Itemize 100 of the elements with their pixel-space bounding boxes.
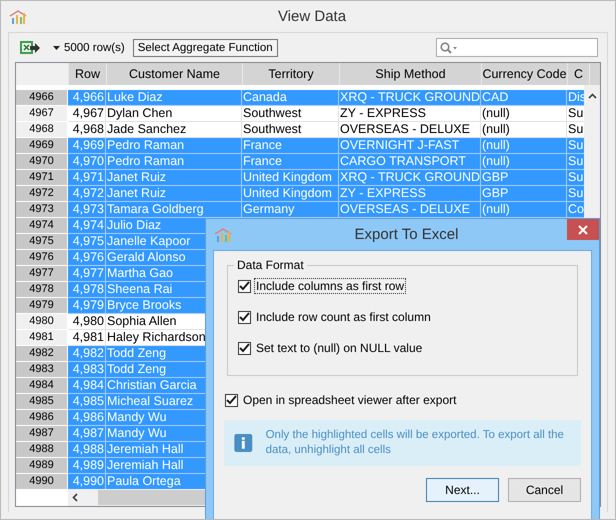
row-number[interactable]: 4978 [16, 282, 68, 298]
table-cell: (null) [481, 154, 567, 170]
next-button[interactable]: Next... [426, 478, 499, 502]
table-cell: 4,967 [68, 106, 106, 122]
info-message: Only the highlighted cells will be exported. To export all the data, unhighlight all cells [266, 428, 565, 458]
table-cell: (null) [481, 106, 567, 122]
table-cell: 4,976 [68, 250, 106, 266]
option-label[interactable]: Include columns as first row [254, 278, 406, 294]
app-icon [214, 226, 232, 242]
table-cell: Southwest [242, 106, 339, 122]
table-cell: OVERSEAS - DELUXE [339, 202, 481, 218]
table-cell: United Kingdom [242, 170, 339, 186]
table-cell: 4,977 [68, 266, 106, 282]
table-cell: 4,989 [68, 458, 106, 474]
scroll-thumb[interactable] [98, 490, 208, 505]
row-number[interactable]: 4975 [16, 234, 68, 250]
caret-icon[interactable] [53, 46, 60, 50]
table-cell: France [242, 138, 339, 154]
table-cell: 4,980 [68, 314, 106, 330]
dialog-title: Export To Excel [354, 226, 458, 243]
option-label[interactable]: Include row count as first column [254, 309, 433, 325]
table-cell: 4,986 [68, 410, 106, 426]
row-number[interactable]: 4986 [16, 410, 68, 426]
table-cell: 4,970 [68, 154, 106, 170]
row-number[interactable]: 4980 [16, 314, 68, 330]
checkbox[interactable] [225, 394, 238, 406]
table-cell: 4,972 [68, 186, 106, 202]
table-cell: United Kingdom [242, 186, 339, 202]
table-cell: Germany [242, 202, 339, 218]
table-cell: Luke Diaz [106, 90, 242, 106]
table-cell: (null) [481, 138, 567, 154]
checkbox[interactable] [238, 342, 251, 354]
close-icon [578, 224, 588, 234]
table-cell: Pedro Raman [106, 138, 242, 154]
row-number[interactable]: 4983 [16, 362, 68, 378]
close-button[interactable] [567, 219, 599, 240]
column-header[interactable]: Currency Code [482, 63, 568, 85]
table-cell: CAD [481, 90, 567, 106]
table-cell: 4,971 [68, 170, 106, 186]
column-header[interactable]: Ship Method [340, 63, 482, 85]
option-label[interactable]: Set text to (null) on NULL value [254, 340, 424, 356]
table-cell: 4,983 [68, 362, 106, 378]
checkbox[interactable] [238, 280, 251, 292]
table-cell: 4,979 [68, 298, 106, 314]
table-cell: 4,988 [68, 442, 106, 458]
table-cell: Dylan Chen [106, 106, 242, 122]
table-cell: XRQ - TRUCK GROUND [339, 90, 481, 106]
table-cell: GBP [481, 170, 567, 186]
table-cell: GBP [481, 186, 567, 202]
row-number[interactable]: 4967 [16, 106, 68, 122]
row-number[interactable]: 4966 [16, 90, 68, 106]
row-number[interactable]: 4990 [16, 474, 68, 490]
table-cell: XRQ - TRUCK GROUND [339, 170, 481, 186]
table-cell: 4,966 [68, 90, 106, 106]
table-cell: 4,974 [68, 218, 106, 234]
search-icon [440, 42, 458, 54]
row-number[interactable]: 4984 [16, 378, 68, 394]
row-number[interactable]: 4981 [16, 330, 68, 346]
table-cell: CARGO TRANSPORT [339, 154, 481, 170]
row-number[interactable]: 4972 [16, 186, 68, 202]
table-cell: 4,969 [68, 138, 106, 154]
row-number[interactable]: 4969 [16, 138, 68, 154]
row-number[interactable]: 4971 [16, 170, 68, 186]
table-cell: 4,973 [68, 202, 106, 218]
scroll-up-icon[interactable] [588, 93, 597, 99]
cancel-button[interactable]: Cancel [508, 478, 581, 502]
row-number[interactable]: 4979 [16, 298, 68, 314]
window-title: View Data [278, 8, 346, 25]
table-cell: Janet Ruiz [106, 170, 242, 186]
table-cell: Canada [242, 90, 339, 106]
row-number[interactable]: 4989 [16, 458, 68, 474]
table-cell: France [242, 154, 339, 170]
row-number[interactable]: 4982 [16, 346, 68, 362]
aggregate-button[interactable]: Select Aggregate Function [132, 38, 278, 56]
table-cell: ZY - EXPRESS [339, 186, 481, 202]
row-number[interactable]: 4974 [16, 218, 68, 234]
table-cell: 4,982 [68, 346, 106, 362]
row-number[interactable]: 4968 [16, 122, 68, 138]
row-number[interactable]: 4973 [16, 202, 68, 218]
option-label[interactable]: Open in spreadsheet viewer after export [241, 392, 458, 408]
row-number[interactable]: 4977 [16, 266, 68, 282]
scroll-left-icon[interactable] [72, 493, 78, 502]
row-number[interactable]: 4988 [16, 442, 68, 458]
table-cell: Janet Ruiz [106, 186, 242, 202]
column-header[interactable]: Territory [243, 63, 340, 85]
checkbox[interactable] [238, 310, 251, 324]
column-header[interactable]: Row [69, 63, 107, 85]
table-cell: 4,990 [68, 474, 106, 490]
row-number[interactable]: 4976 [16, 250, 68, 266]
table-cell: 4,987 [68, 426, 106, 442]
table-cell: (null) [481, 202, 567, 218]
row-number[interactable]: 4987 [16, 426, 68, 442]
table-cell: 4,978 [68, 282, 106, 298]
table-cell: Tamara Goldberg [106, 202, 242, 218]
column-header[interactable]: Customer Name [107, 63, 243, 85]
table-cell: 4,984 [68, 378, 106, 394]
row-number[interactable]: 4970 [16, 154, 68, 170]
row-number[interactable]: 4985 [16, 394, 68, 410]
export-excel-icon[interactable] [19, 40, 41, 56]
search-field[interactable] [436, 38, 598, 57]
